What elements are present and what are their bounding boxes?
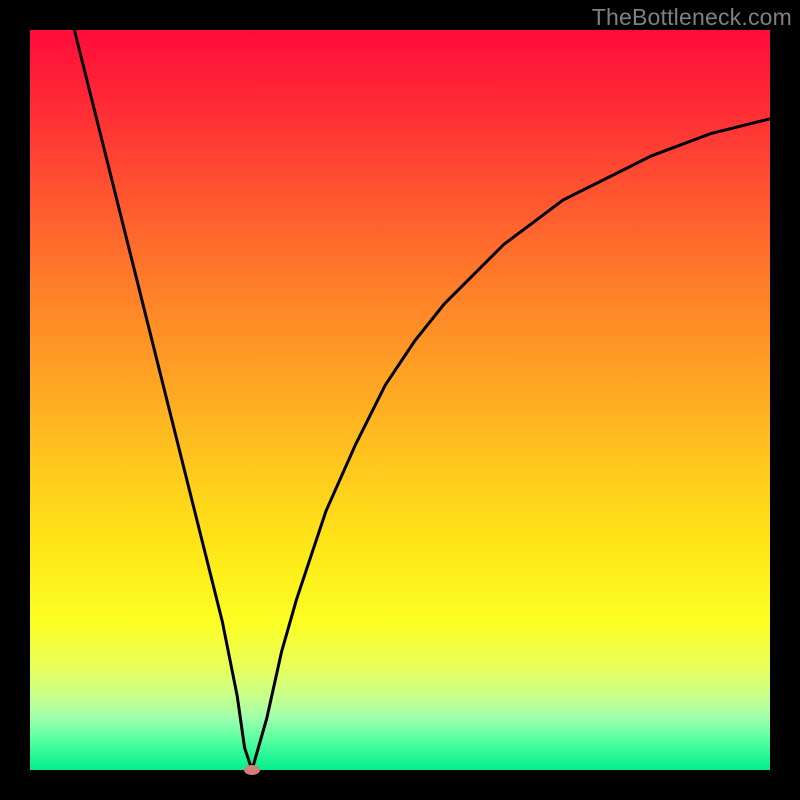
- minima-marker: [244, 765, 260, 775]
- curve-path: [74, 30, 770, 770]
- bottleneck-curve: [30, 30, 770, 770]
- plot-area: [30, 30, 770, 770]
- chart-frame: TheBottleneck.com: [0, 0, 800, 800]
- watermark-text: TheBottleneck.com: [592, 4, 792, 31]
